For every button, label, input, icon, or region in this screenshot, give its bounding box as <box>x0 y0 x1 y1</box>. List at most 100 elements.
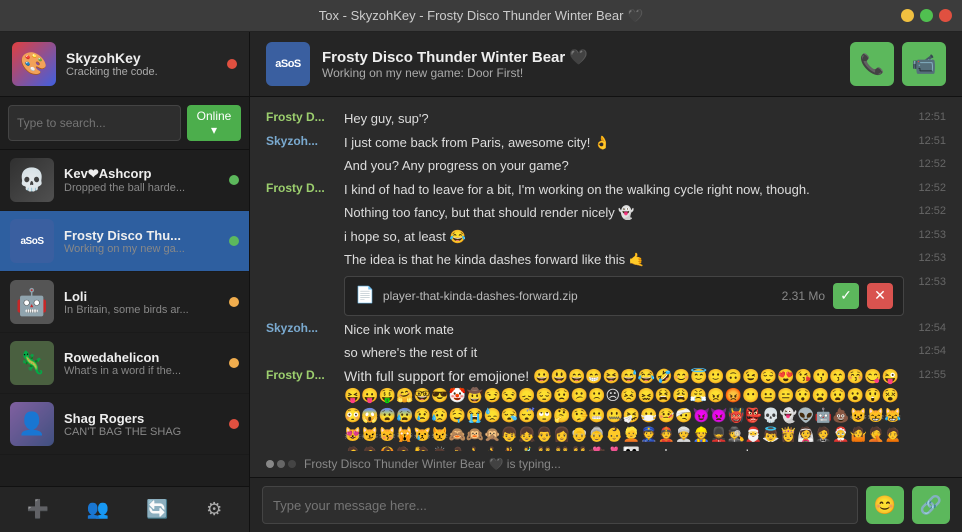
contact-item-loli[interactable]: 🤖 Loli In Britain, some birds ar... <box>0 272 249 333</box>
contact-name-roweda: Rowedahelicon <box>64 350 219 365</box>
contact-name-frosty: Frosty Disco Thu... <box>64 228 219 243</box>
contact-info-shag: Shag Rogers CAN'T BAG THE SHAG <box>64 411 219 438</box>
message-time: 12:51 <box>912 109 946 123</box>
message-content-emoji: With full support for emojione! 😀😃😄😁😆😅😂🤣… <box>344 367 904 452</box>
message-content: so where's the rest of it <box>344 343 904 363</box>
typing-dot-3 <box>288 460 296 468</box>
chat-header-avatar: aSoS <box>266 42 310 86</box>
contact-preview-loli: In Britain, some birds ar... <box>64 304 219 316</box>
contact-list: 💀 Kev❤Ashcorp Dropped the ball harde... … <box>0 150 249 486</box>
contact-item-frosty[interactable]: aSoS Frosty Disco Thu... Working on my n… <box>0 211 249 272</box>
file-reject-button[interactable]: ✕ <box>867 283 893 309</box>
message-content: Nice ink work mate <box>344 320 904 340</box>
file-size: 2.31 Mo <box>782 287 825 305</box>
minimize-button[interactable] <box>901 9 914 22</box>
message-sender: Frosty D... <box>266 180 336 195</box>
message-time: 12:55 <box>912 367 946 381</box>
contact-name-kev: Kev❤Ashcorp <box>64 166 219 182</box>
video-button[interactable]: 📹 <box>902 42 946 86</box>
message-sender: Skyzoh... <box>266 133 336 148</box>
message-row: Skyzoh... so where's the rest of it 12:5… <box>266 343 946 363</box>
maximize-button[interactable] <box>920 9 933 22</box>
contacts-button[interactable]: 👥 <box>79 495 117 524</box>
message-row: Skyzoh... Nice ink work mate 12:54 <box>266 320 946 340</box>
contact-info-kev: Kev❤Ashcorp Dropped the ball harde... <box>64 166 219 194</box>
message-row-file: Frosty D... 📄 player-that-kinda-dashes-f… <box>266 274 946 316</box>
message-time: 12:51 <box>912 133 946 147</box>
titlebar-controls <box>901 9 952 22</box>
message-content: Nothing too fancy, but that should rende… <box>344 203 904 223</box>
message-row: Frosty D... Nothing too fancy, but that … <box>266 203 946 223</box>
message-row-emoji: Frosty D... With full support for emojio… <box>266 367 946 452</box>
contact-avatar-shag: 👤 <box>10 402 54 446</box>
message-content: I kind of had to leave for a bit, I'm wo… <box>344 180 904 200</box>
contact-preview-frosty: Working on my new ga... <box>64 243 219 255</box>
main-layout: 🎨 SkyzohKey Cracking the code. Online ▾ … <box>0 32 962 532</box>
message-time: 12:52 <box>912 156 946 170</box>
contact-preview-roweda: What's in a word if the... <box>64 365 219 377</box>
contact-status-shag <box>229 419 239 429</box>
titlebar: Tox - SkyzohKey - Frosty Disco Thunder W… <box>0 0 962 32</box>
contact-avatar-frosty: aSoS <box>10 219 54 263</box>
message-sender: Frosty D... <box>266 367 336 382</box>
contact-avatar-kev: 💀 <box>10 158 54 202</box>
titlebar-title: Tox - SkyzohKey - Frosty Disco Thunder W… <box>319 8 643 24</box>
contact-name-shag: Shag Rogers <box>64 411 219 426</box>
profile-info: SkyzohKey Cracking the code. <box>66 50 217 78</box>
message-row: Frosty D... The idea is that he kinda da… <box>266 250 946 270</box>
contact-name-loli: Loli <box>64 289 219 304</box>
settings-button[interactable]: ⚙ <box>198 495 230 524</box>
chat-header-info: Frosty Disco Thunder Winter Bear 🖤 Worki… <box>322 48 838 80</box>
chat-header-status: Working on my new game: Door First! <box>322 66 838 80</box>
contact-status-roweda <box>229 358 239 368</box>
requests-button[interactable]: 🔄 <box>138 495 176 524</box>
file-name: player-that-kinda-dashes-forward.zip <box>383 287 774 305</box>
profile-area: 🎨 SkyzohKey Cracking the code. <box>0 32 249 97</box>
contact-avatar-roweda: 🦎 <box>10 341 54 385</box>
contact-info-loli: Loli In Britain, some birds ar... <box>64 289 219 316</box>
profile-status: Cracking the code. <box>66 66 217 78</box>
file-icon: 📄 <box>355 284 375 308</box>
attach-button[interactable]: 🔗 <box>912 486 950 524</box>
contact-preview-shag: CAN'T BAG THE SHAG <box>64 426 219 438</box>
chat-header: aSoS Frosty Disco Thunder Winter Bear 🖤 … <box>250 32 962 97</box>
message-input[interactable] <box>262 486 858 524</box>
input-area: 😊 🔗 <box>250 477 962 532</box>
contact-item-kev[interactable]: 💀 Kev❤Ashcorp Dropped the ball harde... <box>0 150 249 211</box>
messages-area: Frosty D... Hey guy, sup'? 12:51 Skyzoh.… <box>250 97 962 451</box>
call-button[interactable]: 📞 <box>850 42 894 86</box>
typing-dots <box>266 460 296 468</box>
typing-area: Frosty Disco Thunder Winter Bear 🖤 is ty… <box>250 451 962 477</box>
search-input[interactable] <box>8 105 181 141</box>
chat-header-actions: 📞 📹 <box>850 42 946 86</box>
contact-status-loli <box>229 297 239 307</box>
message-content: The idea is that he kinda dashes forward… <box>344 250 904 270</box>
message-content: I just come back from Paris, awesome cit… <box>344 133 904 153</box>
contact-status-frosty <box>229 236 239 246</box>
close-button[interactable] <box>939 9 952 22</box>
message-time: 12:52 <box>912 180 946 194</box>
profile-avatar: 🎨 <box>12 42 56 86</box>
contact-info-roweda: Rowedahelicon What's in a word if the... <box>64 350 219 377</box>
typing-dot-1 <box>266 460 274 468</box>
online-status-button[interactable]: Online ▾ <box>187 105 241 141</box>
message-time: 12:54 <box>912 320 946 334</box>
message-row: Frosty D... I kind of had to leave for a… <box>266 180 946 200</box>
file-accept-button[interactable]: ✓ <box>833 283 859 309</box>
message-time: 12:53 <box>912 250 946 264</box>
message-sender: Skyzoh... <box>266 320 336 335</box>
typing-text: Frosty Disco Thunder Winter Bear 🖤 is ty… <box>304 457 561 471</box>
contact-item-roweda[interactable]: 🦎 Rowedahelicon What's in a word if the.… <box>0 333 249 394</box>
message-content: And you? Any progress on your game? <box>344 156 904 176</box>
search-area: Online ▾ <box>0 97 249 150</box>
message-time: 12:53 <box>912 274 946 288</box>
message-content-file: 📄 player-that-kinda-dashes-forward.zip 2… <box>344 274 904 316</box>
file-attachment: 📄 player-that-kinda-dashes-forward.zip 2… <box>344 276 904 316</box>
emoji-button[interactable]: 😊 <box>866 486 904 524</box>
contact-status-kev <box>229 175 239 185</box>
add-contact-button[interactable]: ➕ <box>19 495 57 524</box>
contact-item-shag[interactable]: 👤 Shag Rogers CAN'T BAG THE SHAG <box>0 394 249 455</box>
contact-avatar-loli: 🤖 <box>10 280 54 324</box>
profile-name: SkyzohKey <box>66 50 217 66</box>
sidebar: 🎨 SkyzohKey Cracking the code. Online ▾ … <box>0 32 250 532</box>
